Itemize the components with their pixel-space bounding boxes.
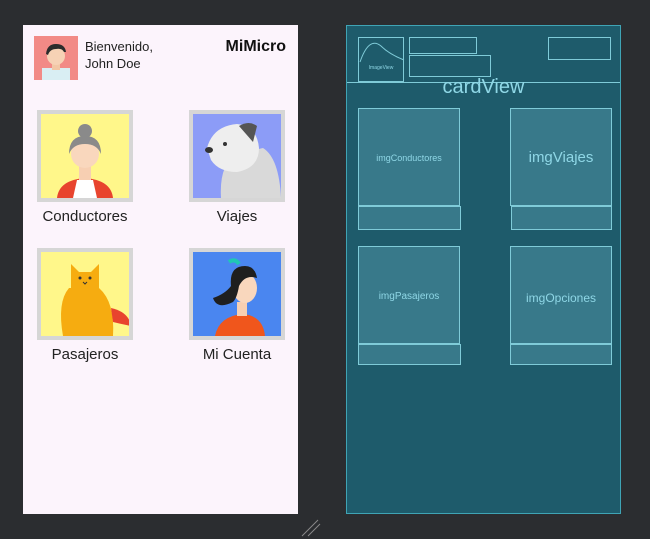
dog-icon bbox=[193, 114, 281, 198]
blueprint-card-pasajeros[interactable]: imgPasajeros bbox=[358, 246, 460, 344]
user-name: John Doe bbox=[85, 56, 141, 71]
blueprint-username-text[interactable] bbox=[409, 55, 491, 77]
resize-handle-icon[interactable] bbox=[300, 516, 322, 538]
tile-mi-cuenta[interactable] bbox=[189, 248, 285, 340]
cat-icon bbox=[41, 252, 129, 336]
user-avatar[interactable] bbox=[34, 36, 78, 80]
tile-conductores[interactable] bbox=[37, 110, 133, 202]
blueprint-card-label: imgOpciones bbox=[525, 291, 597, 305]
app-title: MiMicro bbox=[225, 38, 286, 55]
tile-pasajeros[interactable] bbox=[37, 248, 133, 340]
blueprint-card-opciones[interactable]: imgOpciones bbox=[510, 246, 612, 344]
tile-label-conductores[interactable]: Conductores bbox=[20, 208, 150, 225]
blueprint-cardview-label: cardView bbox=[442, 76, 525, 98]
blueprint-card-caption[interactable] bbox=[358, 206, 461, 230]
blueprint-card-label: imgViajes bbox=[528, 149, 594, 166]
blueprint-preview[interactable]: ImageView cardView imgConductores imgVia… bbox=[346, 25, 621, 514]
blueprint-card-label: imgPasajeros bbox=[378, 291, 440, 302]
grandma-icon bbox=[41, 114, 129, 198]
blueprint-greeting-text[interactable] bbox=[409, 37, 477, 54]
blueprint-imageview-label: ImageView bbox=[368, 65, 394, 71]
welcome-message: Bienvenido, John Doe bbox=[85, 38, 153, 72]
man-avatar-icon bbox=[34, 36, 78, 80]
blueprint-card-caption[interactable] bbox=[511, 206, 612, 230]
blueprint-card-caption[interactable] bbox=[510, 344, 612, 365]
tile-label-viajes[interactable]: Viajes bbox=[172, 208, 302, 225]
greeting-text: Bienvenido, bbox=[85, 39, 153, 54]
design-preview[interactable]: Bienvenido, John Doe MiMicro Conductores… bbox=[23, 25, 298, 514]
blueprint-card-caption[interactable] bbox=[358, 344, 461, 365]
tile-label-pasajeros[interactable]: Pasajeros bbox=[20, 346, 150, 363]
blueprint-card-viajes[interactable]: imgViajes bbox=[510, 108, 612, 206]
blueprint-card-conductores[interactable]: imgConductores bbox=[358, 108, 460, 206]
blueprint-card-label: imgConductores bbox=[376, 153, 442, 163]
blueprint-title-text[interactable] bbox=[548, 37, 611, 60]
tile-label-mi-cuenta[interactable]: Mi Cuenta bbox=[172, 346, 302, 363]
girl-icon bbox=[193, 252, 281, 336]
tile-viajes[interactable] bbox=[189, 110, 285, 202]
